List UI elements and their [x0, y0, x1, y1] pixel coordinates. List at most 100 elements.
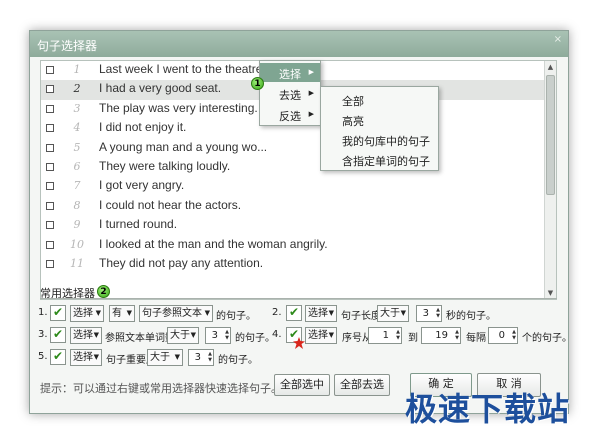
rule2-action-select[interactable]: 选择 ▼: [305, 305, 337, 322]
rule1-checkbox[interactable]: ✔: [50, 305, 66, 321]
row-sentence: I got very angry.: [99, 178, 185, 193]
row-number: 9: [73, 218, 81, 232]
ctx-item-deselect[interactable]: 去选 ▶: [260, 84, 320, 103]
row-number: 6: [73, 160, 81, 173]
rule-text: 秒的句子。: [446, 311, 496, 322]
row-checkbox[interactable]: [46, 163, 54, 171]
row-sentence: I could not hear the actors.: [99, 197, 242, 212]
row-checkbox[interactable]: [46, 104, 54, 113]
rule5-value-stepper[interactable]: 3 ▲ ▼: [188, 349, 214, 366]
row-sentence: They did not pay any attention.: [99, 256, 264, 270]
row-sentence: I did not enjoy it.: [99, 120, 187, 135]
rule4-action-select[interactable]: 选择 ▼: [305, 327, 337, 344]
rule1-field-select[interactable]: 句子参照文本 ▼: [139, 305, 213, 322]
rule-number: 1.: [38, 307, 48, 318]
submenu-item-my-library[interactable]: 我的句库中的句子: [342, 133, 430, 149]
close-icon[interactable]: ×: [554, 34, 562, 45]
rule-number: 3.: [38, 329, 48, 340]
list-scrollbar[interactable]: ▲ ▼: [544, 61, 556, 299]
row-number: 8: [73, 198, 81, 212]
rule-text: 参照文本单词数: [105, 333, 175, 344]
rule1-op-select[interactable]: 有 ▼: [109, 305, 135, 322]
list-item[interactable]: 5 A young man and a young wo...: [41, 139, 544, 158]
row-number: 10: [70, 237, 84, 251]
scroll-thumb[interactable]: [546, 75, 555, 195]
deselect-all-button[interactable]: 全部去选: [334, 374, 390, 396]
row-sentence: Last week I went to the theatre.: [99, 62, 266, 76]
row-number: 4: [73, 121, 81, 135]
rule2-op-select[interactable]: 大于 ▼: [377, 305, 409, 322]
step-badge-1: 1: [251, 77, 264, 90]
select-submenu: 全部 高亮 我的句库中的句子 含指定单词的句子: [320, 86, 439, 171]
row-checkbox[interactable]: [46, 260, 54, 268]
submenu-item-all[interactable]: 全部: [342, 93, 364, 109]
check-icon: ✔: [53, 349, 64, 363]
rule-text: 的句子。: [235, 333, 275, 344]
rule5-checkbox[interactable]: ✔: [50, 349, 66, 365]
row-number: 2: [73, 82, 81, 96]
list-item[interactable]: 8 I could not hear the actors.: [41, 197, 544, 216]
rule2-checkbox[interactable]: ✔: [286, 305, 302, 321]
row-checkbox[interactable]: [46, 66, 54, 74]
row-checkbox[interactable]: [46, 201, 54, 210]
click-marker-icon: [293, 337, 305, 349]
row-checkbox[interactable]: [46, 85, 54, 94]
list-item[interactable]: 11 They did not pay any attention.: [41, 255, 544, 274]
row-sentence: I looked at the man and the woman angril…: [99, 236, 328, 251]
list-item[interactable]: 7 I got very angry.: [41, 177, 544, 196]
submenu-item-containing-word[interactable]: 含指定单词的句子: [342, 153, 430, 169]
submenu-arrow-icon: ▶: [308, 110, 314, 118]
check-icon: ✔: [289, 305, 300, 319]
rule-number: 4.: [272, 329, 282, 340]
row-checkbox[interactable]: [46, 124, 54, 133]
select-all-button[interactable]: 全部选中: [274, 374, 330, 396]
rule-number: 2.: [272, 307, 282, 318]
rule3-checkbox[interactable]: ✔: [50, 327, 66, 343]
list-item[interactable]: 10 I looked at the man and the woman angr…: [41, 236, 544, 255]
sentence-selector-dialog: 句子选择器 × 1 Last week I went to the theatre…: [29, 30, 572, 414]
list-item[interactable]: 9 I turned round.: [41, 216, 544, 235]
ctx-item-select[interactable]: 选择 ▶: [260, 63, 320, 82]
row-sentence: The play was very interesting.: [99, 100, 258, 115]
hint-text: 提示：可以通过右键或常用选择器快速选择句子。: [40, 382, 282, 395]
row-sentence: I turned round.: [99, 217, 178, 232]
rule3-op-select[interactable]: 大于 ▼: [167, 327, 199, 344]
rule4-to-stepper[interactable]: 19 ▲ ▼: [421, 327, 461, 344]
ctx-item-invert[interactable]: 反选 ▶: [260, 105, 320, 124]
divider: [40, 298, 557, 299]
row-checkbox[interactable]: [46, 240, 54, 249]
rule-text: 句子长度: [341, 311, 381, 322]
rule-text: 的句子。: [216, 311, 256, 322]
list-item[interactable]: 6 They were talking loudly.: [41, 158, 544, 177]
rule2-value-stepper[interactable]: 3 ▲ ▼: [416, 305, 442, 322]
row-sentence: A young man and a young wo...: [99, 139, 268, 154]
window-title: 句子选择器: [37, 39, 98, 53]
submenu-item-highlighted[interactable]: 高亮: [342, 113, 364, 129]
rule5-op-select[interactable]: 大于 ▼: [147, 349, 183, 366]
row-number: 3: [73, 101, 81, 115]
row-checkbox[interactable]: [46, 221, 54, 230]
rule4-from-stepper[interactable]: 1 ▲ ▼: [368, 327, 402, 344]
row-number: 1: [73, 63, 81, 76]
rule-text: 每隔: [466, 333, 486, 344]
rule5-action-select[interactable]: 选择 ▼: [70, 349, 102, 366]
submenu-arrow-icon: ▶: [308, 68, 314, 76]
check-icon: ✔: [53, 327, 64, 341]
rule-text: 的句子。: [218, 355, 258, 366]
row-sentence: They were talking loudly.: [99, 159, 231, 173]
row-sentence: I had a very good seat.: [99, 81, 222, 96]
row-checkbox[interactable]: [46, 143, 54, 152]
title-bar: 句子选择器 ×: [30, 31, 568, 57]
rule-text: 个的句子。: [522, 333, 572, 344]
scroll-up-icon[interactable]: ▲: [545, 61, 556, 73]
watermark-logo: 极速下载站: [405, 390, 571, 428]
rule-number: 5.: [38, 351, 48, 362]
row-number: 5: [73, 140, 81, 154]
rule4-every-stepper[interactable]: 0 ▲ ▼: [488, 327, 518, 344]
rule1-action-select[interactable]: 选择 ▼: [70, 305, 104, 322]
rule3-value-stepper[interactable]: 3 ▲ ▼: [205, 327, 231, 344]
rule3-action-select[interactable]: 选择 ▼: [70, 327, 102, 344]
row-checkbox[interactable]: [46, 182, 54, 191]
context-menu: 选择 ▶ 去选 ▶ 反选 ▶: [259, 60, 321, 126]
row-number: 11: [70, 257, 84, 270]
